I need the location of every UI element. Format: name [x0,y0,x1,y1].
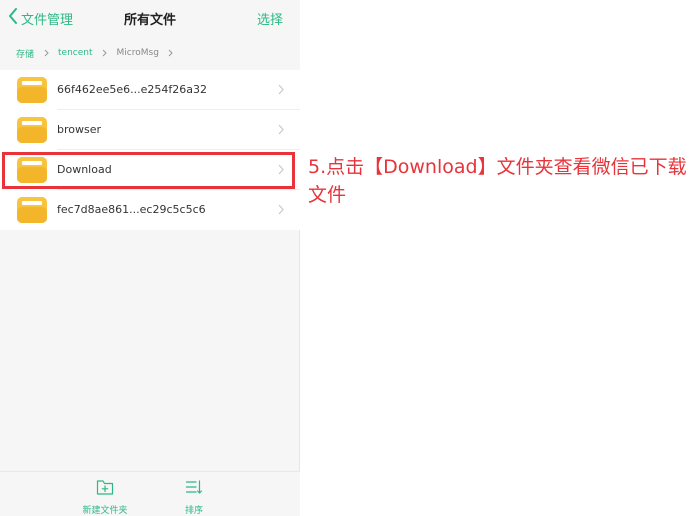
page-title: 所有文件 [123,13,176,28]
chevron-right-icon [278,204,284,215]
list-item-folder[interactable]: 66f462ee5e6...e254f26a32 [0,70,300,110]
list-item-folder-download[interactable]: Download [0,150,300,190]
breadcrumb-item-micromsg: MicroMsg [116,48,159,58]
chevron-right-icon [159,49,183,57]
breadcrumb: 存储 tencent MicroMsg [0,36,300,70]
file-name: Download [57,163,112,176]
chevron-right-icon [34,49,58,57]
instruction-annotation: 5.点击【Download】文件夹查看微信已下载文件 [308,156,687,206]
sort-label: 排序 [184,506,203,516]
select-button[interactable]: 选择 [257,9,283,28]
chevron-right-icon [278,84,284,95]
header: 文件管理 所有文件 选择 [0,0,300,36]
chevron-right-icon [278,164,284,175]
bottom-toolbar: 新建文件夹 排序 [0,471,300,516]
folder-icon [16,114,48,146]
list-item-folder[interactable]: browser [0,110,300,150]
file-name: 66f462ee5e6...e254f26a32 [57,83,208,96]
file-manager-screen: 文件管理 所有文件 选择 存储 tencent MicroMsg 66f462e… [0,0,300,516]
file-list: 66f462ee5e6...e254f26a32 browser Downloa… [0,70,300,230]
folder-icon [16,194,48,226]
chevron-right-icon [93,49,117,57]
folder-icon [16,154,48,186]
list-item-folder[interactable]: fec7d8ae861...ec29c5c5c6 [0,190,300,230]
new-folder-button[interactable]: 新建文件夹 [80,478,130,516]
new-folder-icon [96,478,114,500]
file-name: browser [57,123,102,136]
new-folder-label: 新建文件夹 [82,506,128,516]
file-name: fec7d8ae861...ec29c5c5c6 [57,203,206,216]
sort-icon [185,478,203,500]
chevron-right-icon [278,124,284,135]
sort-button[interactable]: 排序 [176,478,212,516]
folder-icon [16,74,48,106]
breadcrumb-item-storage[interactable]: 存储 [16,47,34,60]
breadcrumb-item-tencent[interactable]: tencent [58,48,93,58]
